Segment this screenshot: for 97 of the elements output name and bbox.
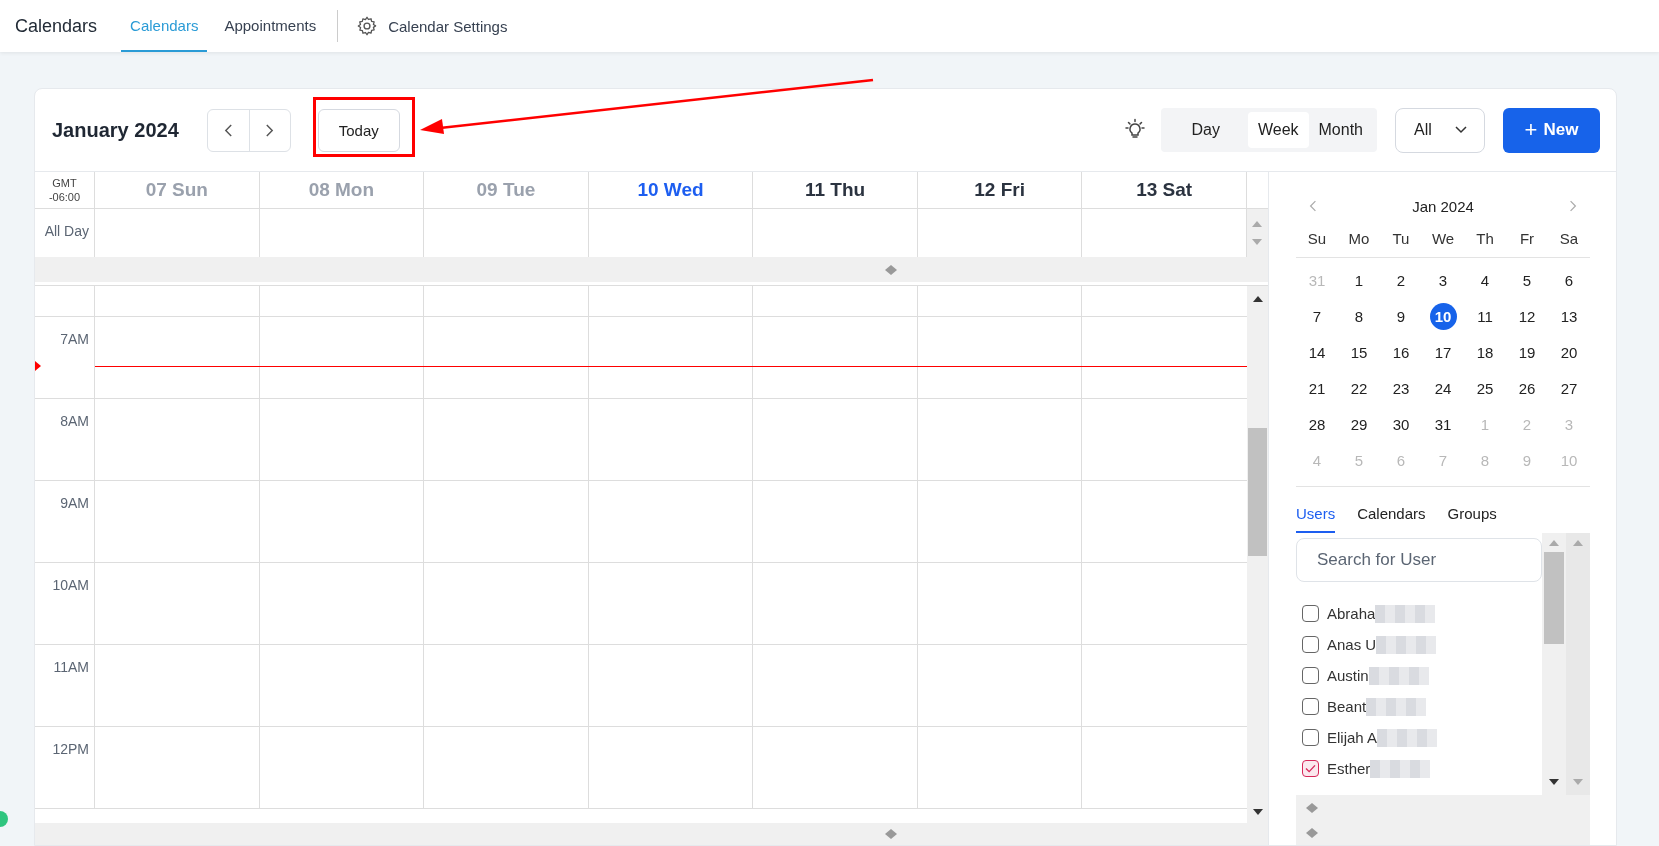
user-name: Anas U	[1327, 636, 1377, 653]
view-tab[interactable]: Day	[1165, 112, 1248, 148]
view-tab[interactable]: Week	[1247, 112, 1309, 148]
mini-calendar-title: Jan 2024	[1412, 197, 1474, 215]
hour-label: 10AM	[52, 577, 89, 595]
next-month-icon[interactable]	[1569, 199, 1577, 213]
date-cell[interactable]: 13	[1555, 302, 1583, 330]
weekday-label: Fr	[1518, 230, 1536, 247]
date-cell[interactable]: 16	[1387, 338, 1415, 366]
checkbox[interactable]	[1302, 698, 1319, 715]
date-cell[interactable]: 1	[1345, 266, 1373, 294]
hour-label: 8AM	[60, 413, 89, 431]
week-grid[interactable]: 7AM 8AM 9AM 10AM 11AM 12PM	[35, 286, 1247, 823]
search-field[interactable]: Search for User	[1296, 538, 1542, 582]
checkbox[interactable]	[1302, 760, 1319, 777]
list-tab[interactable]: Users	[1296, 505, 1336, 533]
user-name: Elijah A	[1327, 729, 1378, 746]
date-cell[interactable]: 18	[1471, 338, 1499, 366]
hour-label: 9AM	[60, 495, 89, 513]
check-icon	[1305, 764, 1316, 773]
date-cell[interactable]: 22	[1345, 374, 1373, 402]
date-cell[interactable]: 10	[1429, 302, 1457, 330]
date-cell[interactable]: 31	[1429, 410, 1457, 438]
checkbox[interactable]	[1302, 729, 1319, 746]
date-cell[interactable]: 5	[1513, 266, 1541, 294]
date-cell[interactable]: 9	[1387, 302, 1415, 330]
date-cell[interactable]: 15	[1345, 338, 1373, 366]
chevron-down-icon	[1455, 126, 1467, 134]
date-cell[interactable]: 8	[1345, 302, 1373, 330]
scrollbar[interactable]	[1296, 795, 1590, 820]
day-header: 07 Sun	[95, 172, 260, 208]
scrollbar[interactable]	[1296, 820, 1590, 845]
new-button[interactable]: + New	[1503, 107, 1600, 153]
weekday-label: Sa	[1558, 230, 1580, 247]
view-tab[interactable]: Month	[1308, 112, 1373, 148]
weekday-label: Th	[1475, 230, 1495, 247]
date-cell[interactable]: 24	[1429, 374, 1457, 402]
checkbox[interactable]	[1302, 605, 1319, 622]
scrollbar[interactable]	[1247, 286, 1268, 823]
date-cell[interactable]: 14	[1303, 338, 1331, 366]
weekday-label: Mo	[1347, 230, 1371, 247]
day-header: 10 Wed	[588, 172, 754, 208]
day-header: 11 Thu	[753, 172, 918, 208]
month-title: January 2024	[52, 118, 179, 142]
weekday-label: We	[1430, 230, 1456, 247]
list-tab[interactable]: Groups	[1447, 505, 1497, 533]
all-day-label: All Day	[44, 223, 89, 241]
hour-label: 12PM	[52, 741, 89, 759]
date-cell[interactable]: 11	[1471, 302, 1499, 330]
date-cell[interactable]: 26	[1513, 374, 1541, 402]
user-name: Esther	[1327, 760, 1371, 777]
filter-dropdown[interactable]: All	[1395, 107, 1485, 153]
current-time-marker-icon	[35, 361, 41, 371]
day-header: 08 Mon	[259, 172, 425, 208]
scrollbar[interactable]	[1542, 533, 1566, 795]
date-cell[interactable]: 17	[1429, 338, 1457, 366]
date-cell[interactable]: 27	[1555, 374, 1583, 402]
checkbox[interactable]	[1302, 667, 1319, 684]
previous-month-icon[interactable]	[1309, 199, 1317, 213]
date-cell[interactable]: 19	[1513, 338, 1541, 366]
date-cell[interactable]: 6	[1555, 266, 1583, 294]
page-title: Calendars	[15, 15, 98, 37]
settings-link[interactable]: Calendar Settings	[388, 17, 508, 35]
date-cell[interactable]: 30	[1387, 410, 1415, 438]
chevron-right-icon	[265, 122, 275, 138]
scrollbar[interactable]	[1247, 209, 1268, 257]
user-name: Beant	[1327, 698, 1367, 715]
date-cell[interactable]: 3	[1429, 266, 1457, 294]
user-name: Abraha	[1327, 605, 1376, 622]
today-button[interactable]: Today	[317, 108, 400, 152]
date-cell[interactable]: 29	[1345, 410, 1373, 438]
nav-tab[interactable]: Appointments	[215, 0, 326, 52]
checkbox[interactable]	[1302, 636, 1319, 653]
scrollbar[interactable]	[35, 257, 1268, 285]
date-cell[interactable]: 12	[1513, 302, 1541, 330]
timezone-label: GMT -06:00	[35, 172, 95, 208]
day-header: 09 Tue	[424, 172, 589, 208]
weekday-label: Tu	[1391, 230, 1411, 247]
date-cell[interactable]: 20	[1555, 338, 1583, 366]
date-cell[interactable]: 23	[1387, 374, 1415, 402]
list-tab[interactable]: Calendars	[1357, 505, 1426, 533]
chevron-left-icon	[223, 122, 233, 138]
hour-label: 11AM	[53, 659, 89, 677]
day-header: 12 Fri	[917, 172, 1083, 208]
scrollbar[interactable]	[1566, 533, 1590, 795]
date-cell[interactable]: 4	[1471, 266, 1499, 294]
scrollbar[interactable]	[35, 823, 1268, 845]
day-header: 13 Sat	[1082, 172, 1247, 208]
date-cell[interactable]: 7	[1303, 302, 1331, 330]
hour-label: 7AM	[60, 331, 89, 349]
weekday-label: Su	[1306, 230, 1328, 247]
date-cell[interactable]: 2	[1387, 266, 1415, 294]
date-cell[interactable]: 25	[1471, 374, 1499, 402]
settings-icon[interactable]	[356, 15, 379, 37]
date-cell[interactable]: 21	[1303, 374, 1331, 402]
user-name: Austin	[1327, 667, 1369, 684]
date-cell[interactable]: 28	[1303, 410, 1331, 438]
